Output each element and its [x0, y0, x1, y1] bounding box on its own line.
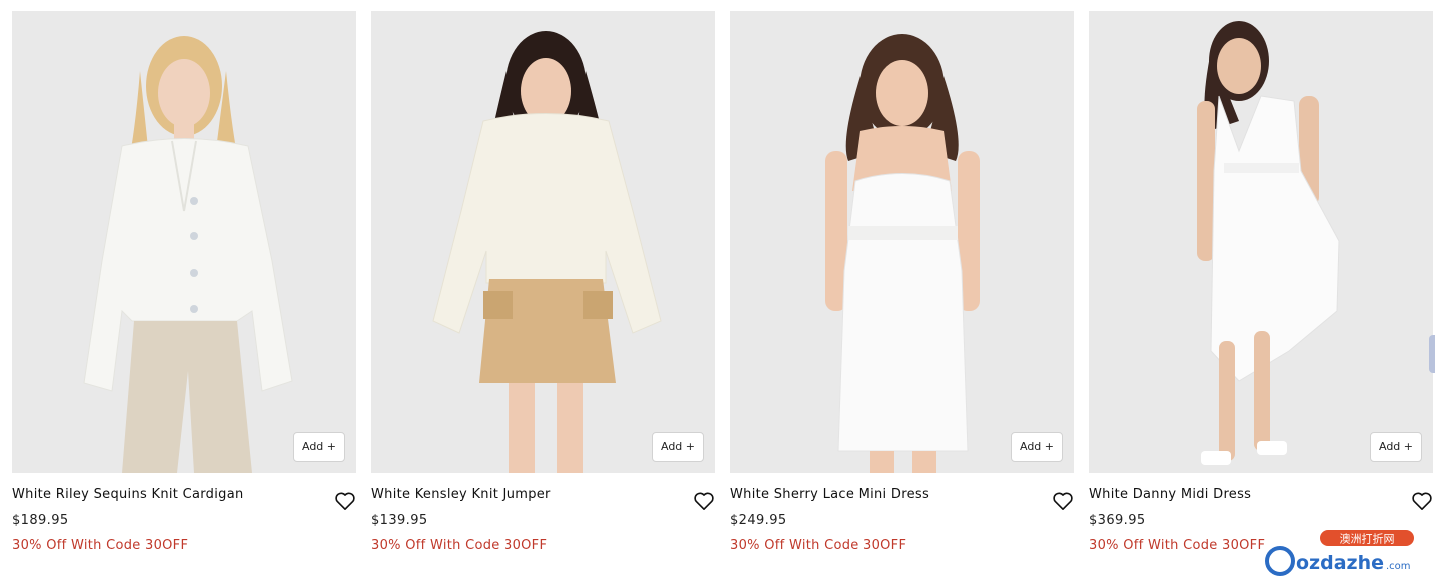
product-image[interactable]: Add + [371, 11, 715, 473]
heart-icon[interactable] [1411, 491, 1433, 511]
product-price: $189.95 [12, 513, 69, 528]
model-photo [83, 36, 293, 473]
watermark-cn-text: 澳洲打折网 [1340, 532, 1395, 546]
model-photo [825, 34, 980, 473]
product-info: White Riley Sequins Knit Cardigan $189.9… [12, 473, 356, 573]
product-image[interactable]: Add + [730, 11, 1074, 473]
promo-text: 30% Off With Code 30OFF [12, 538, 189, 553]
product-grid: Add + White Riley Sequins Knit Cardigan … [12, 11, 1433, 573]
product-name[interactable]: White Riley Sequins Knit Cardigan [12, 487, 244, 502]
promo-text: 30% Off With Code 30OFF [1089, 538, 1266, 553]
product-card[interactable]: Add + White Sherry Lace Mini Dress $249.… [730, 11, 1074, 573]
product-card[interactable]: Add + White Riley Sequins Knit Cardigan … [12, 11, 356, 573]
product-name[interactable]: White Sherry Lace Mini Dress [730, 487, 929, 502]
heart-icon[interactable] [693, 491, 715, 511]
product-image[interactable]: Add + [1089, 11, 1433, 473]
promo-text: 30% Off With Code 30OFF [371, 538, 548, 553]
product-card[interactable]: Add + White Kensley Knit Jumper $139.95 … [371, 11, 715, 573]
product-image[interactable]: Add + [12, 11, 356, 473]
product-price: $139.95 [371, 513, 428, 528]
product-name[interactable]: White Kensley Knit Jumper [371, 487, 551, 502]
model-photo [1197, 21, 1340, 465]
add-to-cart-button[interactable]: Add + [292, 432, 345, 462]
product-price: $249.95 [730, 513, 787, 528]
add-to-cart-button[interactable]: Add + [1010, 432, 1063, 462]
product-info: White Kensley Knit Jumper $139.95 30% Of… [371, 473, 715, 573]
product-card[interactable]: Add + White Danny Midi Dress $369.95 30%… [1089, 11, 1433, 573]
product-info: White Sherry Lace Mini Dress $249.95 30%… [730, 473, 1074, 573]
promo-text: 30% Off With Code 30OFF [730, 538, 907, 553]
watermark-logo: 澳洲打折网 ozdazhe .com [1265, 530, 1414, 576]
add-to-cart-button[interactable]: Add + [651, 432, 704, 462]
add-to-cart-button[interactable]: Add + [1369, 432, 1422, 462]
product-name[interactable]: White Danny Midi Dress [1089, 487, 1251, 502]
scroll-handle[interactable] [1429, 335, 1435, 373]
heart-icon[interactable] [334, 491, 356, 511]
model-photo [432, 31, 662, 473]
heart-icon[interactable] [1052, 491, 1074, 511]
watermark-com-text: .com [1386, 561, 1411, 572]
product-price: $369.95 [1089, 513, 1146, 528]
watermark-en-text: ozdazhe [1296, 552, 1384, 574]
